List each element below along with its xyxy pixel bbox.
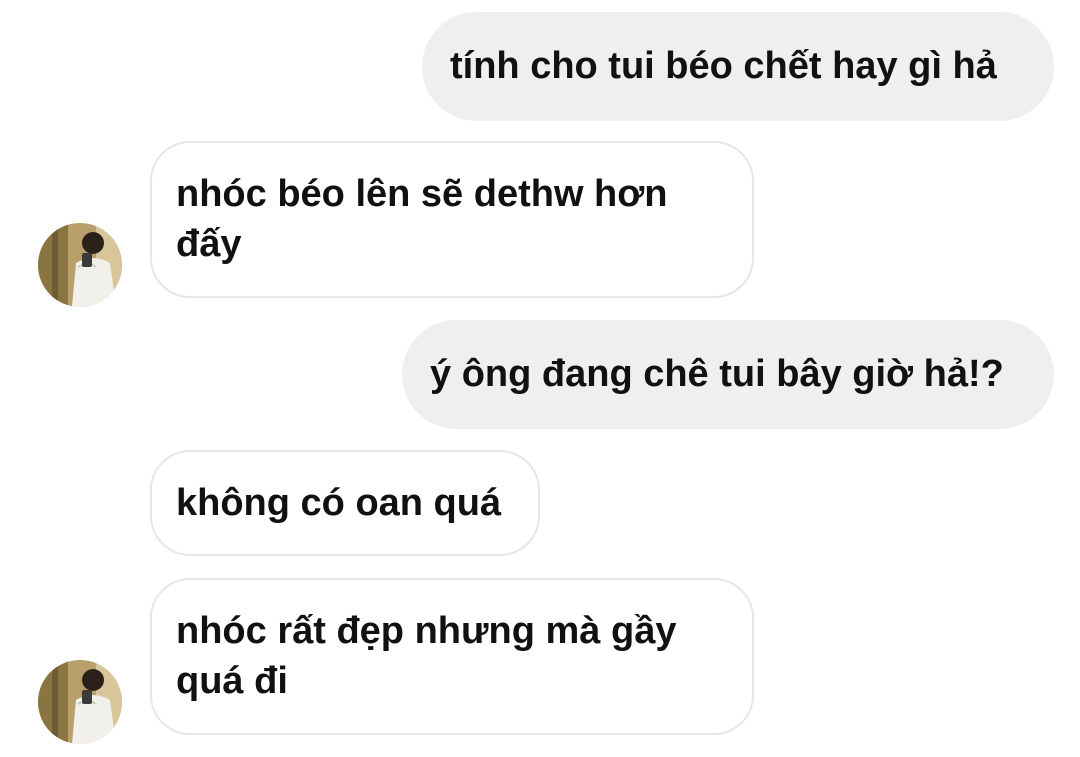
message-text: tính cho tui béo chết hay gì hả: [450, 45, 997, 87]
message-thread: tính cho tui béo chết hay gì hả nhóc béo…: [0, 0, 1080, 757]
contact-avatar[interactable]: [38, 660, 122, 744]
message-text-line: đấy: [176, 223, 242, 265]
message-text-line: nhóc béo lên sẽ dethw hơn: [176, 173, 668, 215]
outgoing-message-bubble[interactable]: tính cho tui béo chết hay gì hả: [422, 12, 1054, 121]
message-text: không có oan quá: [176, 482, 502, 524]
message-text-line: nhóc rất đẹp nhưng mà gầy: [176, 610, 677, 652]
profile-photo-avatar: [38, 223, 122, 307]
incoming-message-bubble[interactable]: nhóc béo lên sẽ dethw hơn đấy: [150, 141, 754, 298]
contact-avatar[interactable]: [38, 223, 122, 307]
outgoing-message-bubble[interactable]: ý ông đang chê tui bây giờ hả!?: [402, 320, 1054, 429]
message-text-line: quá đi: [176, 660, 288, 702]
incoming-message-bubble[interactable]: nhóc rất đẹp nhưng mà gầy quá đi: [150, 578, 754, 735]
message-text: ý ông đang chê tui bây giờ hả!?: [430, 353, 1004, 395]
profile-photo-avatar: [38, 660, 122, 744]
incoming-message-bubble[interactable]: không có oan quá: [150, 450, 540, 556]
